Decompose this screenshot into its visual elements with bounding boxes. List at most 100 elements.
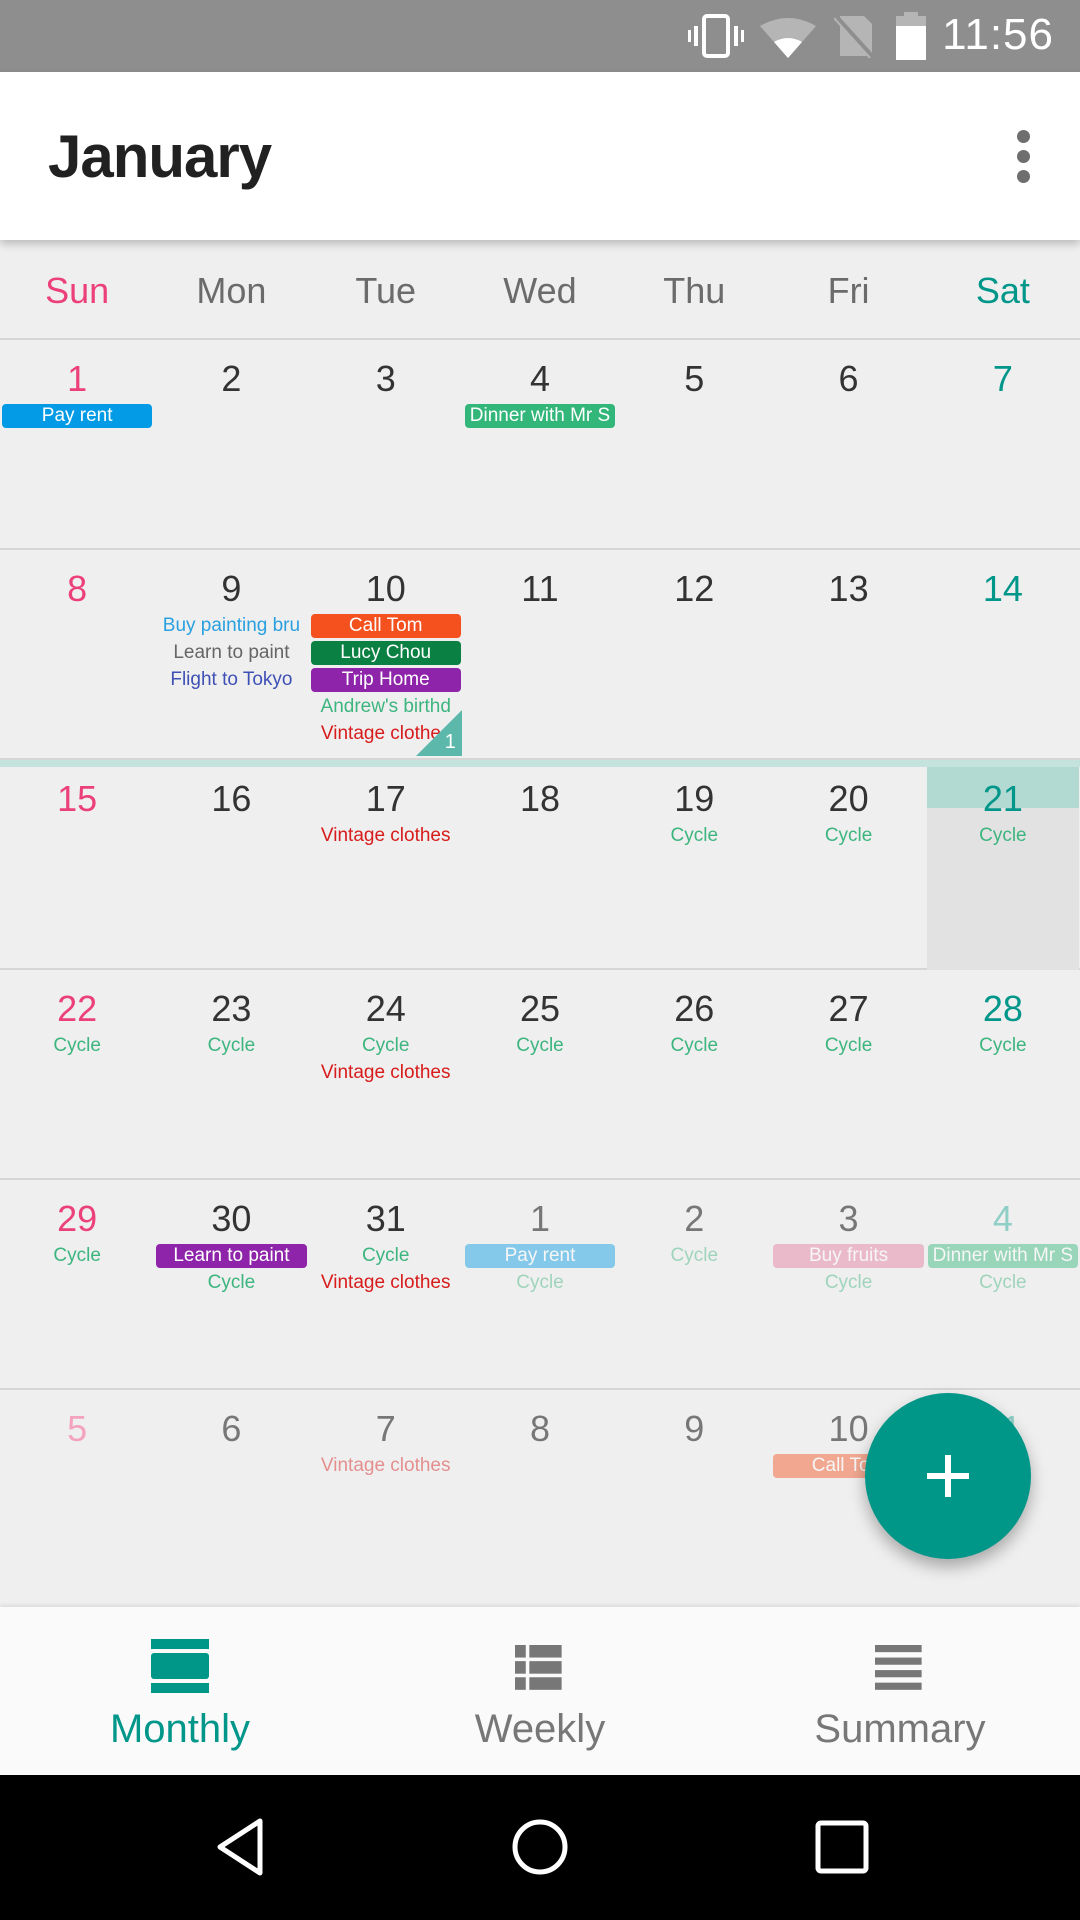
more-vert-icon[interactable] (1010, 130, 1040, 186)
day-cell[interactable]: 6 (771, 340, 925, 548)
weekday-tue: Tue (355, 270, 417, 311)
day-cell[interactable]: 30 Learn to paint Cycle (154, 1180, 308, 1388)
event-label[interactable]: Cycle (156, 1271, 306, 1295)
event-label[interactable]: Cycle (773, 1034, 923, 1058)
day-cell[interactable]: 3 Buy fruits Cycle (771, 1180, 925, 1388)
day-cell[interactable]: 21 Cycle (926, 760, 1080, 970)
event-label[interactable]: Cycle (928, 1034, 1078, 1058)
day-cell[interactable]: 5 (617, 340, 771, 548)
event-label[interactable]: Cycle (465, 1271, 615, 1295)
event-label[interactable]: Vintage clothes (311, 824, 461, 848)
day-cell[interactable]: 19 Cycle (617, 760, 771, 968)
day-number: 26 (674, 988, 715, 1029)
event-chip[interactable]: Dinner with Mr S (927, 1244, 1078, 1268)
day-cell[interactable]: 4 Dinner with Mr S (463, 340, 617, 548)
tab-weekly[interactable]: Weekly (360, 1607, 720, 1775)
day-cell[interactable]: 23 Cycle (154, 970, 308, 1178)
no-sim-icon (834, 14, 876, 58)
event-label[interactable]: Cycle (2, 1034, 152, 1058)
day-cell[interactable]: 6 (154, 1390, 308, 1598)
event-label[interactable]: Cycle (619, 824, 769, 848)
event-list: Cycle (773, 824, 923, 851)
event-label[interactable]: Vintage clothes (311, 1061, 461, 1085)
day-number: 19 (674, 778, 715, 819)
event-list: Cycle Vintage clothes (311, 1244, 461, 1298)
tab-label: Weekly (474, 1707, 606, 1751)
back-icon[interactable] (210, 1817, 270, 1877)
event-label[interactable]: Buy painting bru (156, 614, 306, 638)
add-event-button[interactable] (865, 1393, 1031, 1559)
day-cell[interactable]: 17 Vintage clothes (309, 760, 463, 968)
event-label[interactable]: Vintage clothes (311, 1454, 461, 1478)
day-cell[interactable]: 12 (617, 550, 771, 758)
day-cell[interactable]: 29 Cycle (0, 1180, 154, 1388)
day-cell[interactable]: 24 Cycle Vintage clothes (309, 970, 463, 1178)
day-cell[interactable]: 2 (154, 340, 308, 548)
day-number: 9 (221, 568, 242, 609)
event-label[interactable]: Cycle (311, 1244, 461, 1268)
event-label[interactable]: Cycle (311, 1034, 461, 1058)
day-cell[interactable]: 10 Call Tom Lucy Chou Trip Home Andrew's bir… (309, 550, 463, 758)
event-label[interactable]: Flight to Tokyo (156, 668, 306, 692)
event-label[interactable]: Cycle (2, 1244, 152, 1268)
day-cell[interactable]: 9 (617, 1390, 771, 1598)
event-label[interactable]: Cycle (773, 824, 923, 848)
day-cell[interactable]: 31 Cycle Vintage clothes (309, 1180, 463, 1388)
event-label[interactable]: Cycle (928, 824, 1078, 848)
day-cell[interactable]: 16 (154, 760, 308, 968)
event-list: Dinner with Mr S Cycle (927, 1244, 1078, 1298)
day-cell[interactable]: 3 (309, 340, 463, 548)
day-cell[interactable]: 22 Cycle (0, 970, 154, 1178)
day-cell[interactable]: 27 Cycle (771, 970, 925, 1178)
event-label[interactable]: Cycle (928, 1271, 1078, 1295)
event-chip[interactable]: Trip Home (310, 668, 461, 692)
app-toolbar: January (0, 72, 1080, 240)
tab-summary[interactable]: Summary (720, 1607, 1080, 1775)
event-label[interactable]: Vintage clothes (311, 1271, 461, 1295)
day-cell[interactable]: 7 (926, 340, 1080, 548)
tab-monthly[interactable]: Monthly (0, 1607, 360, 1775)
day-number: 31 (365, 1198, 406, 1239)
weekly-view-icon (515, 1645, 562, 1690)
event-chip[interactable]: Learn to paint (156, 1244, 307, 1268)
event-label[interactable]: Learn to paint (156, 641, 306, 665)
day-number: 20 (828, 778, 869, 819)
day-cell[interactable]: 25 Cycle (463, 970, 617, 1178)
day-cell[interactable]: 4 Dinner with Mr S Cycle (926, 1180, 1080, 1388)
day-cell[interactable]: 8 (463, 1390, 617, 1598)
event-chip[interactable]: Pay rent (464, 1244, 616, 1268)
day-cell[interactable]: 28 Cycle (926, 970, 1080, 1178)
event-label[interactable]: Cycle (619, 1034, 769, 1058)
day-cell[interactable]: 8 (0, 550, 154, 758)
event-label[interactable]: Cycle (619, 1244, 769, 1268)
day-cell[interactable]: 1 Pay rent Cycle (463, 1180, 617, 1388)
event-list: Cycle (156, 1034, 306, 1061)
day-cell[interactable]: 14 (926, 550, 1080, 758)
event-chip[interactable]: Dinner with Mr S (464, 404, 616, 428)
event-chip[interactable]: Buy fruits (773, 1244, 924, 1268)
event-chip[interactable]: Lucy Chou (310, 641, 461, 665)
event-chip[interactable]: Call Tom (310, 614, 461, 638)
event-label[interactable]: Cycle (156, 1034, 306, 1058)
day-number: 5 (684, 358, 705, 399)
event-label[interactable]: Cycle (465, 1034, 615, 1058)
day-cell[interactable]: 13 (771, 550, 925, 758)
day-cell[interactable]: 2 Cycle (617, 1180, 771, 1388)
day-cell[interactable]: 11 (463, 550, 617, 758)
more-events-badge[interactable]: 1 (415, 710, 462, 756)
recents-icon[interactable] (812, 1817, 872, 1877)
event-chip[interactable]: Pay rent (2, 404, 153, 428)
weekday-mon: Mon (196, 270, 267, 311)
event-label[interactable]: Cycle (773, 1271, 923, 1295)
day-cell[interactable]: 5 (0, 1390, 154, 1598)
day-cell[interactable]: 1 Pay rent (0, 340, 154, 548)
day-cell[interactable]: 26 Cycle (617, 970, 771, 1178)
day-cell[interactable]: 20 Cycle (771, 760, 925, 968)
day-cell[interactable]: 15 (0, 760, 154, 968)
day-cell[interactable]: 18 (463, 760, 617, 968)
day-number: 8 (67, 568, 88, 609)
day-cell[interactable]: 9 Buy painting bru Learn to paint Flight to… (154, 550, 308, 758)
day-cell[interactable]: 7 Vintage clothes (309, 1390, 463, 1598)
home-icon[interactable] (510, 1817, 570, 1877)
day-number: 23 (211, 988, 252, 1029)
